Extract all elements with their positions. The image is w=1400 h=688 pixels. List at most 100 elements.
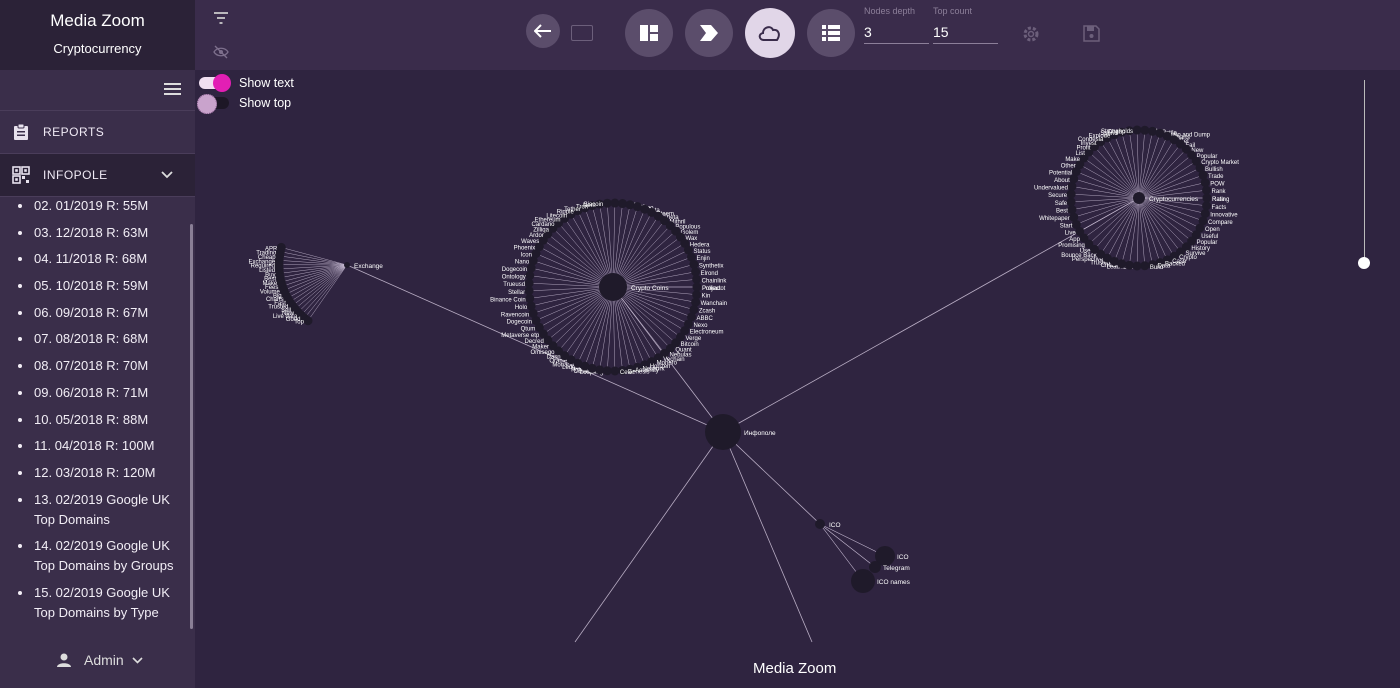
nav-infopole[interactable]: INFOPOLE: [0, 154, 195, 197]
graph-edge[interactable]: [722, 431, 813, 643]
cryptocurrencies-leaf-node[interactable]: [1200, 178, 1210, 188]
cryptocurrencies-leaf-node[interactable]: [1066, 197, 1076, 207]
crypto-leaf-node[interactable]: [525, 293, 535, 303]
cryptocurrencies-leaf-node[interactable]: [1202, 201, 1212, 211]
list-item[interactable]: 04. 11/2018 R: 68M: [0, 249, 195, 269]
crypto-leaf-node[interactable]: [524, 278, 534, 288]
network-graph[interactable]: APRTradingCheapExchangeRequiredListedBuy…: [195, 70, 1400, 688]
list-item[interactable]: 09. 06/2018 R: 71M: [0, 383, 195, 403]
cloud-button[interactable]: [745, 8, 795, 58]
gear-icon[interactable]: [1022, 25, 1040, 43]
cryptocurrencies-leaf-label: About: [1054, 178, 1070, 184]
cryptocurrencies-leaf-node[interactable]: [1067, 205, 1077, 215]
list-item[interactable]: 05. 10/2018 R: 59M: [0, 276, 195, 296]
list-item[interactable]: 07. 08/2018 R: 68M: [0, 329, 195, 349]
crypto-leaf-label: Dogecoin: [502, 267, 527, 273]
save-icon[interactable]: [1083, 25, 1100, 42]
filter-icon[interactable]: [214, 12, 228, 24]
cryptocurrencies-leaf-edge[interactable]: [1138, 130, 1146, 199]
cryptocurrencies-leaf-node[interactable]: [1132, 261, 1142, 271]
hub-node-crypto_coins[interactable]: [599, 273, 627, 301]
nav-reports[interactable]: REPORTS: [0, 111, 195, 154]
graph-edge[interactable]: [574, 431, 724, 643]
exchange-leaf-edge[interactable]: [281, 247, 348, 266]
ico-leaf-node[interactable]: [851, 569, 875, 593]
user-menu[interactable]: Admin: [56, 652, 143, 668]
list-item[interactable]: 11. 04/2018 R: 100M: [0, 436, 195, 456]
cryptocurrencies-leaf-node[interactable]: [1148, 126, 1158, 136]
exchange-leaf-edge[interactable]: [297, 264, 348, 313]
forward-button[interactable]: [685, 9, 733, 57]
cryptocurrencies-leaf-edge[interactable]: [1138, 197, 1161, 263]
cryptocurrencies-leaf-edge[interactable]: [1138, 197, 1153, 265]
crypto-leaf-node[interactable]: [692, 282, 702, 292]
list-item[interactable]: 08. 07/2018 R: 70M: [0, 356, 195, 376]
list-item[interactable]: 03. 12/2018 R: 63M: [0, 223, 195, 243]
cryptocurrencies-leaf-node[interactable]: [1069, 212, 1079, 222]
eye-off-icon[interactable]: [213, 45, 229, 59]
list-item[interactable]: 14. 02/2019 Google UK Top Domains by Gro…: [0, 536, 195, 576]
exchange-leaf-edge[interactable]: [279, 255, 348, 266]
hub-node-ico[interactable]: [815, 519, 825, 529]
cryptocurrencies-leaf-edge[interactable]: [1114, 134, 1140, 199]
cryptocurrencies-leaf-node[interactable]: [1202, 193, 1212, 203]
hub-node-exchange[interactable]: [344, 262, 350, 268]
zoom-slider-track[interactable]: [1364, 80, 1365, 262]
exchange-leaf-edge[interactable]: [279, 260, 348, 266]
exchange-leaf-edge[interactable]: [280, 251, 348, 266]
graph-edge[interactable]: [722, 431, 821, 525]
crypto-leaf-node[interactable]: [692, 274, 702, 284]
list-item[interactable]: 06. 09/2018 R: 67M: [0, 303, 195, 323]
cryptocurrencies-leaf-edge[interactable]: [1138, 133, 1161, 199]
hub-node-cryptocurrencies[interactable]: [1133, 192, 1145, 204]
crypto-leaf-node[interactable]: [610, 198, 620, 208]
crypto-leaf-node[interactable]: [618, 199, 628, 209]
chevron-down-icon[interactable]: [161, 168, 173, 182]
cryptocurrencies-leaf-node[interactable]: [1124, 260, 1134, 270]
cryptocurrencies-leaf-edge[interactable]: [1088, 197, 1140, 245]
crypto-leaf-node[interactable]: [689, 259, 699, 269]
crypto-leaf-label: Nexo: [693, 323, 708, 329]
crypto-leaf-node[interactable]: [526, 301, 536, 311]
crypto-leaf-node[interactable]: [692, 290, 702, 300]
cryptocurrencies-leaf-edge[interactable]: [1138, 197, 1146, 266]
nodes-depth-input[interactable]: 3: [864, 24, 929, 44]
center-node[interactable]: [705, 414, 741, 450]
list-view-button[interactable]: [807, 9, 855, 57]
cryptocurrencies-leaf-edge[interactable]: [1088, 151, 1140, 199]
cryptocurrencies-leaf-edge[interactable]: [1100, 197, 1140, 255]
top-count-input[interactable]: 15: [933, 24, 998, 44]
crypto-leaf-label: Electroneum: [690, 330, 724, 336]
crypto-leaf-node[interactable]: [602, 366, 612, 376]
list-item[interactable]: 13. 02/2019 Google UK Top Domains: [0, 490, 195, 530]
cryptocurrencies-leaf-node[interactable]: [1132, 125, 1142, 135]
cryptocurrencies-leaf-edge[interactable]: [1138, 154, 1192, 199]
cryptocurrencies-leaf-edge[interactable]: [1138, 149, 1187, 199]
exchange-leaf-node[interactable]: [303, 316, 313, 326]
cryptocurrencies-leaf-edge[interactable]: [1114, 197, 1140, 262]
dashboard-button[interactable]: [625, 9, 673, 57]
hamburger-icon[interactable]: [164, 83, 181, 95]
zoom-slider-handle[interactable]: [1358, 257, 1370, 269]
scrollbar[interactable]: [190, 224, 193, 629]
image-icon[interactable]: [571, 25, 593, 41]
cryptocurrencies-leaf-edge[interactable]: [1138, 197, 1187, 247]
list-item[interactable]: 10. 05/2018 R: 88M: [0, 410, 195, 430]
cryptocurrencies-leaf-node[interactable]: [1202, 185, 1212, 195]
crypto-leaf-label: Chainlink: [702, 278, 728, 284]
crypto-leaf-node[interactable]: [691, 267, 701, 277]
list-item[interactable]: 02. 01/2019 R: 55M: [0, 196, 195, 216]
cryptocurrencies-leaf-edge[interactable]: [1138, 131, 1153, 199]
exchange-leaf-edge[interactable]: [285, 264, 348, 295]
ico-leaf-node[interactable]: [869, 561, 881, 573]
back-button[interactable]: [526, 14, 560, 48]
crypto-leaf-node[interactable]: [595, 365, 605, 375]
crypto-leaf-label: Status: [693, 249, 710, 255]
cryptocurrencies-leaf-node[interactable]: [1140, 125, 1150, 135]
cryptocurrencies-leaf-edge[interactable]: [1138, 197, 1192, 242]
cryptocurrencies-leaf-edge[interactable]: [1100, 141, 1140, 199]
cryptocurrencies-leaf-node[interactable]: [1140, 261, 1150, 271]
list-item[interactable]: 12. 03/2018 R: 120M: [0, 463, 195, 483]
list-item[interactable]: 15. 02/2019 Google UK Top Domains by Typ…: [0, 583, 195, 623]
crypto-leaf-node[interactable]: [691, 297, 701, 307]
